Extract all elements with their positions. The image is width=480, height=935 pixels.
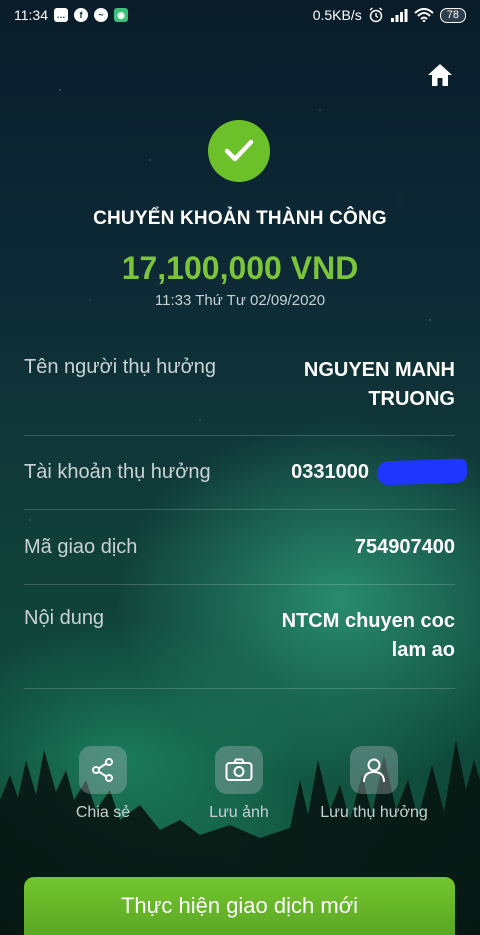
share-action[interactable]: Chia sẻ bbox=[43, 746, 163, 822]
share-icon bbox=[92, 758, 113, 782]
network-speed: 0.5KB/s bbox=[312, 7, 362, 23]
home-button[interactable] bbox=[426, 62, 454, 88]
transfer-datetime: 11:33 Thứ Tư 02/09/2020 bbox=[154, 292, 326, 309]
account-number: 0331000 bbox=[291, 461, 369, 483]
status-left: 11:34 … f ~ ◉ bbox=[14, 7, 128, 23]
transaction-code-value: 754907400 bbox=[354, 535, 455, 558]
save-beneficiary-action[interactable]: Lưu thụ hưởng bbox=[314, 746, 434, 822]
transfer-status-title: CHUYỂN KHOẢN THÀNH CÔNG bbox=[93, 208, 387, 229]
message-icon: … bbox=[54, 8, 68, 22]
beneficiary-name-line1: NGUYEN MANH bbox=[303, 359, 455, 381]
wifi-icon bbox=[414, 8, 434, 22]
transfer-details: Tên người thụ hưởng NGUYEN MANH TRUONG T… bbox=[24, 340, 468, 689]
share-label: Chia sẻ bbox=[75, 804, 131, 821]
save-beneficiary-label: Lưu thụ hưởng bbox=[320, 804, 428, 821]
person-icon bbox=[363, 758, 385, 783]
save-image-action[interactable]: Lưu ảnh bbox=[179, 746, 299, 822]
action-shortcuts: Chia sẻ Lưu ảnh Lưu thụ hưởng bbox=[0, 746, 480, 836]
app-icon: ◉ bbox=[114, 8, 128, 22]
content-line2: lam ao bbox=[391, 639, 455, 661]
home-icon bbox=[428, 64, 452, 86]
facebook-icon: f bbox=[74, 8, 88, 22]
status-time: 11:34 bbox=[14, 7, 48, 23]
save-image-label: Lưu ảnh bbox=[209, 804, 269, 821]
person-icon-box[interactable] bbox=[350, 746, 398, 794]
content-label: Nội dung bbox=[24, 607, 105, 629]
new-transaction-button[interactable]: Thực hiện giao dịch mới bbox=[24, 877, 455, 935]
account-number-wrap: 0331000 bbox=[291, 458, 468, 487]
share-icon-box[interactable] bbox=[79, 746, 127, 794]
transaction-code-label: Mã giao dịch bbox=[24, 535, 138, 558]
battery-icon: 78 bbox=[439, 7, 466, 23]
success-check-icon bbox=[208, 120, 270, 182]
redaction-scribble bbox=[376, 458, 468, 486]
messenger-icon: ~ bbox=[94, 8, 108, 22]
beneficiary-account-label: Tài khoản thụ hưởng bbox=[24, 461, 211, 483]
content-value: NTCM chuyen coc lam ao bbox=[282, 607, 455, 672]
status-bar: 11:34 … f ~ ◉ 0.5KB/s 78 bbox=[0, 0, 480, 30]
camera-icon bbox=[225, 758, 253, 781]
battery-level: 78 bbox=[446, 9, 459, 21]
signal-icon bbox=[390, 9, 408, 22]
alarm-icon bbox=[369, 7, 383, 23]
camera-icon-box[interactable] bbox=[215, 746, 263, 794]
beneficiary-name-line2: TRUONG bbox=[368, 388, 455, 410]
beneficiary-account-value: 0331000 bbox=[291, 458, 468, 487]
beneficiary-name-label: Tên người thụ hưởng bbox=[24, 356, 217, 378]
beneficiary-name-row: Tên người thụ hưởng NGUYEN MANH TRUONG bbox=[24, 340, 455, 436]
status-right: 0.5KB/s 78 bbox=[313, 7, 466, 23]
beneficiary-account-row: Tài khoản thụ hưởng 0331000 bbox=[24, 436, 468, 510]
beneficiary-name-value: NGUYEN MANH TRUONG bbox=[304, 356, 455, 419]
transfer-amount: 17,100,000 VND bbox=[121, 250, 359, 286]
content-line1: NTCM chuyen coc bbox=[281, 610, 455, 632]
transaction-code-row: Mã giao dịch 754907400 bbox=[24, 510, 455, 585]
content-row: Nội dung NTCM chuyen coc lam ao bbox=[24, 585, 455, 689]
